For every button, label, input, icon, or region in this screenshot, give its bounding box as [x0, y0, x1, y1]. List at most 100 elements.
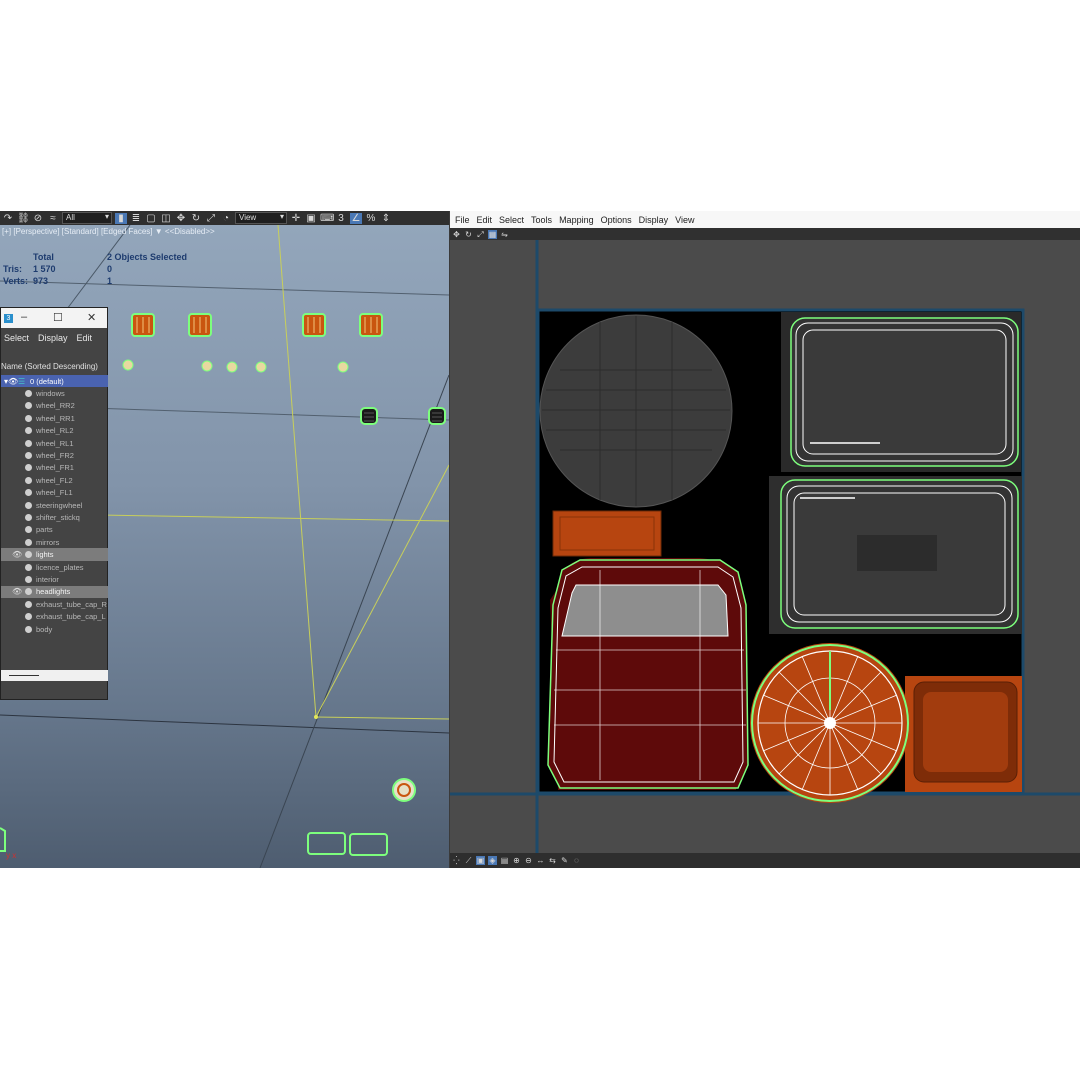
indicator-light[interactable]	[201, 360, 213, 372]
explorer-menu-display[interactable]: Display	[38, 333, 68, 343]
uv-canvas[interactable]	[450, 240, 1080, 853]
uv-menu-file[interactable]: File	[453, 215, 475, 225]
unlink-icon[interactable]: ⊘	[32, 213, 44, 224]
indicator-light[interactable]	[255, 361, 267, 373]
explorer-menu-select[interactable]: Select	[4, 333, 29, 343]
selection-filter-dropdown[interactable]: All	[62, 212, 112, 224]
explorer-row[interactable]: exhaust_tube_cap_R	[1, 598, 108, 610]
poly-mode-icon[interactable]: ▣	[476, 856, 485, 865]
uv-menu-options[interactable]: Options	[599, 215, 637, 225]
explorer-menu-edit[interactable]: Edit	[77, 333, 93, 343]
rotate-icon[interactable]: ↻	[190, 213, 202, 224]
partial-object[interactable]	[0, 827, 6, 852]
explorer-row[interactable]: wheel_RR1	[1, 412, 108, 424]
reference-coordinate-dropdown[interactable]: View	[235, 212, 287, 224]
scale-icon[interactable]: ⤢	[205, 213, 217, 224]
explorer-row[interactable]: exhaust_tube_cap_L	[1, 610, 108, 622]
paint-select-icon[interactable]: ✎	[560, 856, 569, 865]
vent-object[interactable]	[428, 407, 446, 425]
element-mode-icon[interactable]: ◈	[488, 856, 497, 865]
close-icon[interactable]: ✕	[87, 311, 96, 324]
select-by-element-icon[interactable]: ▤	[500, 856, 509, 865]
angle-snap-icon[interactable]: ∠	[350, 212, 362, 224]
rotate-icon[interactable]: ↻	[464, 230, 473, 239]
indicator-light[interactable]	[337, 361, 349, 373]
minimize-icon[interactable]: –	[21, 311, 27, 323]
uv-menu-tools[interactable]: Tools	[529, 215, 557, 225]
spinner-snap-icon[interactable]: ⇕	[380, 213, 392, 224]
explorer-row[interactable]: interior	[1, 573, 108, 585]
redo-icon[interactable]: ↷	[2, 213, 14, 224]
explorer-row[interactable]: licence_plates	[1, 561, 108, 573]
eye-icon[interactable]: 👁	[12, 550, 22, 559]
eye-icon[interactable]: 👁	[12, 587, 22, 596]
explorer-row[interactable]: 👁 lights	[1, 548, 108, 561]
light-object[interactable]	[359, 313, 383, 337]
uv-orange-block[interactable]	[552, 510, 662, 557]
explorer-row[interactable]: windows	[1, 387, 108, 399]
grow-icon[interactable]: ⊕	[512, 856, 521, 865]
indicator-light[interactable]	[226, 361, 238, 373]
light-object[interactable]	[188, 313, 212, 337]
explorer-row[interactable]: wheel_FL2	[1, 474, 108, 486]
light-object[interactable]	[131, 313, 155, 337]
placement-icon[interactable]: ◔	[220, 213, 232, 224]
uv-menu-view[interactable]: View	[673, 215, 699, 225]
pivot-icon[interactable]: ✛	[290, 213, 302, 224]
explorer-row[interactable]: body	[1, 623, 108, 635]
layer-row-default[interactable]: ▾👁 ☰ 0 (default)	[1, 375, 108, 388]
explorer-row[interactable]: wheel_FR2	[1, 449, 108, 461]
headlight-object[interactable]	[307, 832, 346, 855]
freeform-icon[interactable]: ▦	[488, 229, 497, 239]
explorer-search-bar[interactable]	[1, 670, 108, 681]
wheel-light-object[interactable]	[392, 778, 416, 802]
indicator-light[interactable]	[122, 359, 134, 371]
select-by-name-icon[interactable]: ≣	[130, 213, 142, 224]
uv-menu-display[interactable]: Display	[637, 215, 674, 225]
uv-menu-mapping[interactable]: Mapping	[557, 215, 599, 225]
uv-menu-select[interactable]: Select	[497, 215, 529, 225]
headlight-object[interactable]	[349, 833, 388, 856]
scale-icon[interactable]: ⤢	[476, 230, 485, 239]
ring-icon[interactable]: ⇆	[548, 856, 557, 865]
explorer-row[interactable]: parts	[1, 524, 108, 536]
vertex-mode-icon[interactable]: ⁛	[452, 856, 461, 865]
soft-select-icon[interactable]: ◌	[572, 856, 581, 865]
explorer-column-header[interactable]: Name (Sorted Descending)	[1, 362, 107, 373]
object-name: exhaust_tube_cap_L	[36, 612, 106, 622]
move-icon[interactable]: ✥	[452, 230, 461, 239]
link-icon[interactable]: ⛓	[17, 213, 30, 224]
keyboard-shortcut-icon[interactable]: ⌨	[320, 213, 334, 224]
viewport-label[interactable]: [+] [Perspective] [Standard] [Edged Face…	[2, 227, 215, 236]
explorer-row[interactable]: wheel_RL1	[1, 437, 108, 449]
rect-selection-icon[interactable]: ▢	[145, 213, 157, 224]
uv-menu-edit[interactable]: Edit	[475, 215, 498, 225]
snap-toggle-icon[interactable]: 3	[335, 213, 347, 224]
select-manipulate-icon[interactable]: ▣	[305, 213, 317, 224]
window-crossing-icon[interactable]: ◫	[160, 213, 172, 224]
explorer-row[interactable]: shifter_stickq	[1, 511, 108, 523]
uv-windshield[interactable]	[561, 584, 729, 637]
bind-spacewarp-icon[interactable]: ≈	[47, 213, 59, 224]
shrink-icon[interactable]: ⊖	[524, 856, 533, 865]
explorer-row[interactable]: steeringwheel	[1, 499, 108, 511]
loop-icon[interactable]: ↔	[536, 856, 545, 865]
light-object[interactable]	[302, 313, 326, 337]
mirror-icon[interactable]: ⇋	[500, 230, 509, 239]
maximize-icon[interactable]: ☐	[53, 311, 63, 324]
explorer-row[interactable]: 👁 headlights	[1, 585, 108, 599]
explorer-row[interactable]: mirrors	[1, 536, 108, 548]
perspective-viewport[interactable]: [+] [Perspective] [Standard] [Edged Face…	[0, 225, 449, 868]
edge-mode-icon[interactable]: ⟋	[464, 856, 473, 865]
eye-icon[interactable]: ▾👁	[4, 377, 18, 386]
explorer-titlebar[interactable]: 3 – ☐ ✕	[1, 308, 107, 328]
select-object-icon[interactable]: ▮	[115, 212, 127, 224]
object-name: lights	[36, 550, 54, 560]
explorer-row[interactable]: wheel_RR2	[1, 400, 108, 412]
explorer-row[interactable]: wheel_FR1	[1, 462, 108, 474]
percent-snap-icon[interactable]: %	[365, 213, 377, 224]
vent-object[interactable]	[360, 407, 378, 425]
explorer-row[interactable]: wheel_FL1	[1, 487, 108, 499]
explorer-row[interactable]: wheel_RL2	[1, 425, 108, 437]
move-icon[interactable]: ✥	[175, 213, 187, 224]
